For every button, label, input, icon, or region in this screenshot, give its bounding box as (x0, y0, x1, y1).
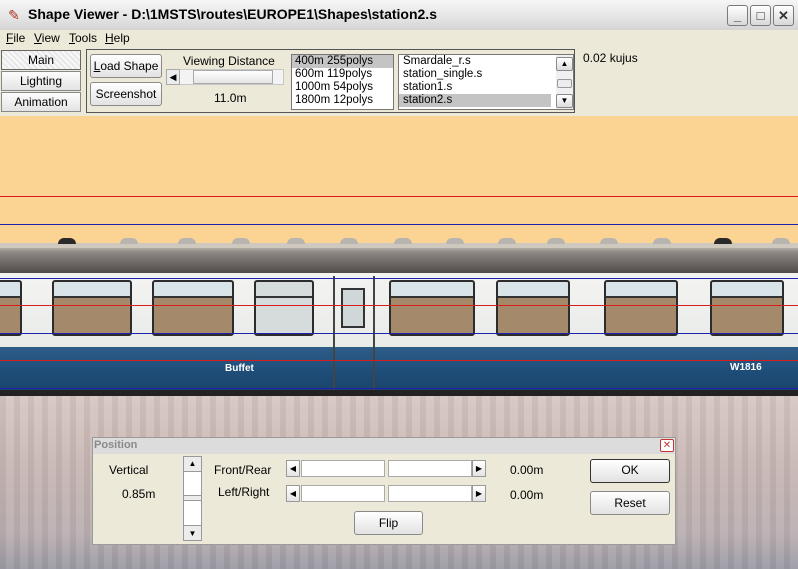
vertical-label: Vertical (109, 463, 149, 477)
menu-help[interactable]: Help (105, 31, 130, 45)
scroll-down-icon[interactable]: ▼ (556, 94, 573, 108)
guide-line (0, 196, 798, 197)
roof-vent (232, 238, 250, 244)
load-shape-button[interactable]: Load Shape (90, 54, 162, 78)
render-timing: 0.02 kujus (583, 51, 638, 65)
scroll-down-icon[interactable]: ▼ (184, 527, 201, 540)
lod-item[interactable]: 1800m 12polys (292, 94, 393, 107)
left-right-label: Left/Right (218, 485, 270, 499)
file-list-scroll-thumb[interactable] (557, 79, 572, 88)
menu-view[interactable]: View (34, 31, 60, 45)
close-button[interactable]: ✕ (773, 5, 794, 26)
slider-left-arrow-icon[interactable]: ◀ (166, 69, 180, 85)
front-rear-label: Front/Rear (214, 463, 272, 477)
tab-main[interactable]: Main (1, 50, 81, 70)
guide-line (0, 305, 798, 306)
scroll-right-icon[interactable]: ▶ (472, 485, 486, 502)
position-dialog-title: Position (94, 439, 138, 451)
left-right-scroll-segment[interactable] (301, 485, 385, 502)
door-window (341, 288, 365, 328)
tab-lighting[interactable]: Lighting (1, 71, 81, 91)
lod-item[interactable]: 600m 119polys (292, 68, 393, 81)
roof-vent (340, 238, 358, 244)
lod-item[interactable]: 400m 255polys (292, 55, 393, 68)
file-item[interactable]: station1.s (399, 81, 551, 94)
guide-line (0, 278, 798, 279)
flip-button[interactable]: Flip (354, 511, 423, 535)
scroll-left-icon[interactable]: ◀ (286, 460, 300, 477)
buffet-lettering: Buffet (225, 363, 254, 374)
file-item[interactable]: station2.s (399, 94, 551, 107)
position-dialog-titlebar[interactable] (93, 438, 675, 454)
viewing-distance-label: Viewing Distance (183, 54, 275, 68)
viewing-distance-thumb[interactable] (193, 70, 273, 84)
vertical-scroll-segment[interactable] (183, 500, 202, 526)
roof-vent (394, 238, 412, 244)
roof-vent (58, 238, 76, 244)
roof-vent (498, 238, 516, 244)
front-rear-value: 0.00m (510, 463, 544, 477)
lod-listbox[interactable]: 400m 255polys 600m 119polys 1000m 54poly… (291, 54, 394, 110)
coach-underframe (0, 390, 798, 396)
scroll-left-icon[interactable]: ◀ (286, 485, 300, 502)
vertical-scroll-segment[interactable] (183, 471, 202, 496)
menu-file[interactable]: File (6, 31, 25, 45)
roof-vent (772, 238, 790, 244)
menu-tools[interactable]: Tools (69, 31, 97, 45)
coach-window (52, 280, 132, 336)
window-title: Shape Viewer - D:\1MSTS\routes\EUROPE1\S… (28, 6, 437, 22)
scroll-up-icon[interactable]: ▲ (556, 57, 573, 71)
coach-window (152, 280, 234, 336)
screenshot-button[interactable]: Screenshot (90, 82, 162, 106)
app-icon: ✎ (8, 7, 20, 23)
guide-line (0, 388, 798, 389)
left-right-scroll-segment[interactable] (388, 485, 472, 502)
roof-vent (600, 238, 618, 244)
coach-window (389, 280, 475, 336)
coach-number: W1816 (730, 362, 762, 373)
lod-item[interactable]: 1000m 54polys (292, 81, 393, 94)
left-right-value: 0.00m (510, 488, 544, 502)
scroll-up-icon[interactable]: ▲ (184, 457, 201, 470)
roof-vent (287, 238, 305, 244)
guide-line (0, 360, 798, 361)
coach-window (254, 280, 314, 336)
roof-vent (446, 238, 464, 244)
scroll-right-icon[interactable]: ▶ (472, 460, 486, 477)
file-item[interactable]: Smardale_r.s (399, 55, 551, 68)
ok-button[interactable]: OK (590, 459, 670, 483)
close-icon[interactable]: ✕ (660, 439, 674, 452)
guide-line (0, 224, 798, 225)
maximize-button[interactable]: □ (750, 5, 771, 26)
reset-button[interactable]: Reset (590, 491, 670, 515)
coach-window (496, 280, 570, 336)
roof-vent (547, 238, 565, 244)
roof-vent (714, 238, 732, 244)
roof-vent (653, 238, 671, 244)
vertical-value: 0.85m (122, 487, 156, 501)
coach-window (0, 280, 22, 336)
guide-line (0, 333, 798, 334)
coach-window (604, 280, 678, 336)
roof-vent (120, 238, 138, 244)
roof-vent (178, 238, 196, 244)
coach-window (710, 280, 784, 336)
minimize-button[interactable]: _ (727, 5, 748, 26)
file-item[interactable]: station_single.s (399, 68, 551, 81)
front-rear-scroll-segment[interactable] (388, 460, 472, 477)
viewing-distance-value: 11.0m (214, 91, 247, 105)
shape-file-listbox[interactable]: Smardale_r.s station_single.s station1.s… (398, 54, 574, 110)
coach-lower-body (0, 347, 798, 392)
front-rear-scroll-segment[interactable] (301, 460, 385, 477)
tab-animation[interactable]: Animation (1, 92, 81, 112)
